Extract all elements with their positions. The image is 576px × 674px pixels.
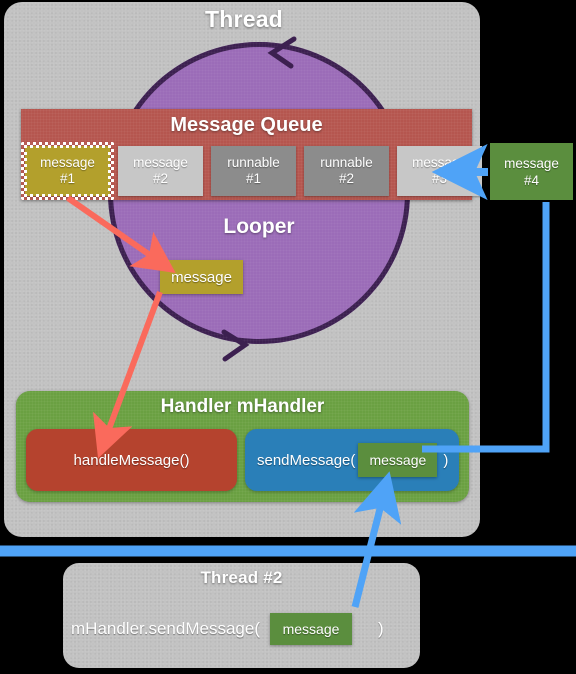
thread2-call-arg-label: message bbox=[282, 621, 340, 637]
queue-item-0[interactable]: message #1 bbox=[21, 142, 114, 200]
incoming-message-line2: #4 bbox=[523, 172, 540, 188]
thread2-call-suffix: ) bbox=[377, 619, 384, 638]
queue-item-0-line2: #1 bbox=[59, 171, 76, 186]
queue-item-4[interactable]: message #3 bbox=[397, 146, 482, 196]
queue-item-3-line2: #2 bbox=[338, 171, 355, 186]
send-message-suffix: ) bbox=[443, 451, 449, 469]
send-message-prefix: sendMessage( bbox=[257, 451, 356, 469]
queue-item-3-line1: runnable bbox=[320, 155, 373, 170]
handle-message-method[interactable]: handleMessage() bbox=[26, 429, 237, 491]
queue-item-4-line1: message bbox=[412, 155, 467, 170]
diagram-canvas: Thread Looper message Message Queue mess… bbox=[0, 0, 576, 674]
message-queue-title: Message Queue bbox=[170, 114, 323, 136]
handle-message-label: handleMessage() bbox=[73, 451, 190, 469]
queue-item-3[interactable]: runnable #2 bbox=[304, 146, 389, 196]
queue-item-4-line2: #3 bbox=[431, 171, 448, 186]
thread2-call-prefix: mHandler.sendMessage( bbox=[71, 619, 260, 638]
looper-current-message-chip[interactable]: message bbox=[160, 260, 243, 294]
looper-label: Looper bbox=[223, 215, 295, 238]
queue-item-2[interactable]: runnable #1 bbox=[211, 146, 296, 196]
thread2-call-arg-chip[interactable]: message bbox=[269, 613, 352, 645]
queue-item-1[interactable]: message #2 bbox=[118, 146, 203, 196]
handler-title: Handler mHandler bbox=[160, 396, 325, 417]
queue-item-2-line1: runnable bbox=[227, 155, 280, 170]
send-message-arg-label: message bbox=[369, 452, 427, 468]
queue-item-1-line2: #2 bbox=[152, 171, 169, 186]
thread2-title: Thread #2 bbox=[200, 568, 283, 587]
thread2-call-row: mHandler.sendMessage( message ) bbox=[63, 605, 420, 653]
looper-current-message-label: message bbox=[171, 268, 232, 286]
queue-item-2-line2: #1 bbox=[245, 171, 262, 186]
incoming-message-chip[interactable]: message #4 bbox=[490, 143, 573, 200]
incoming-message-line1: message bbox=[504, 155, 559, 171]
queue-item-0-line1: message bbox=[40, 155, 95, 170]
send-message-method[interactable]: sendMessage( message ) bbox=[245, 429, 459, 491]
send-message-arg-chip[interactable]: message bbox=[358, 443, 438, 477]
queue-item-1-line1: message bbox=[133, 155, 188, 170]
thread-title: Thread bbox=[205, 6, 283, 32]
message-queue-items: message #1 message #2 runnable #1 runnab… bbox=[21, 142, 482, 200]
